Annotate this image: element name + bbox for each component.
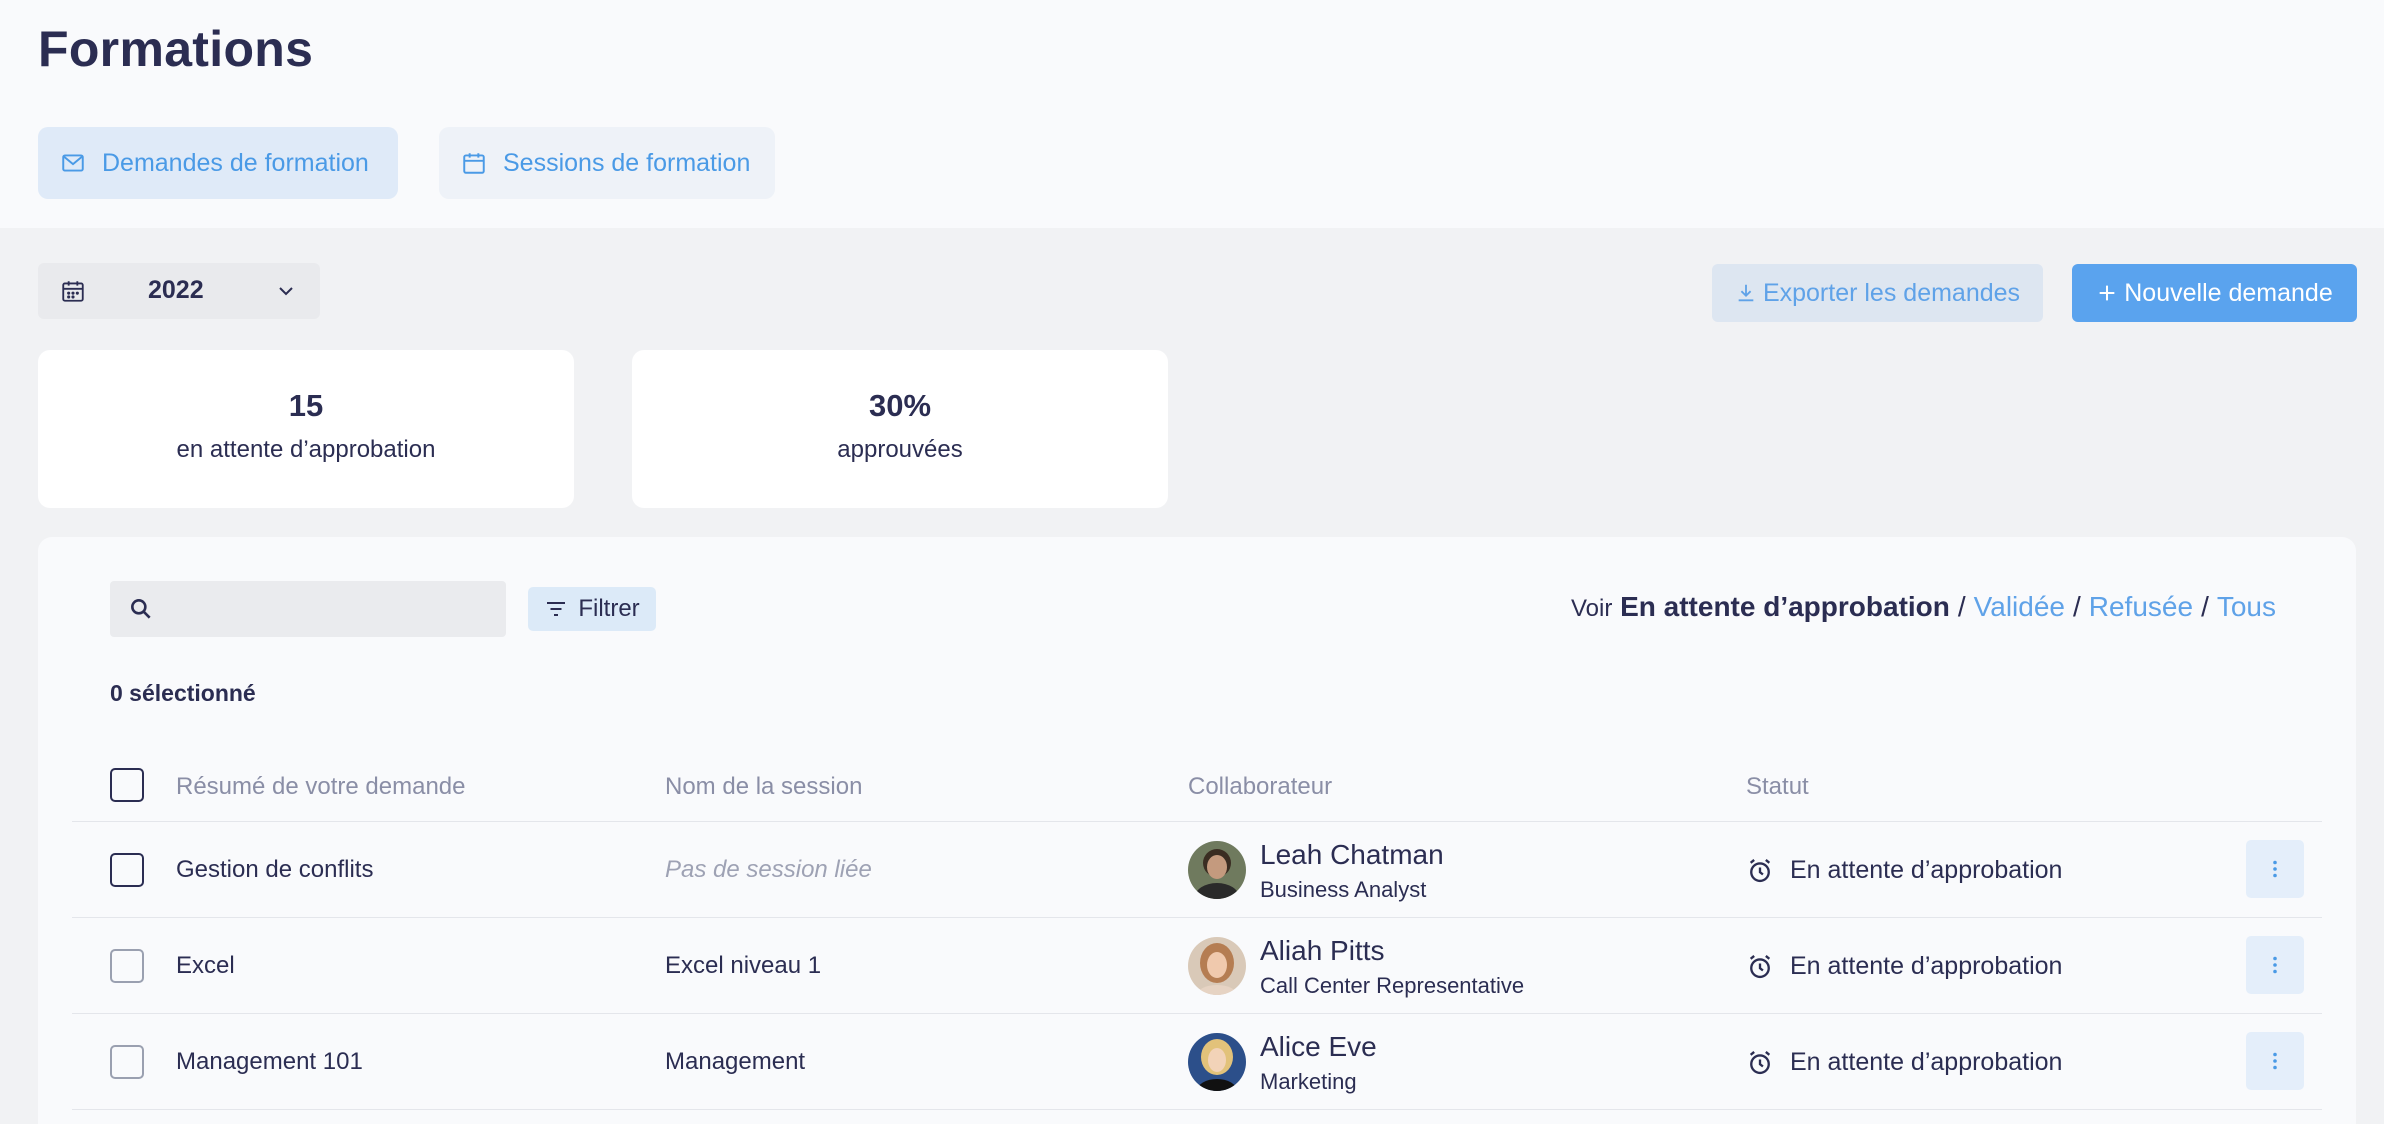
filter-label: Filtrer	[578, 595, 640, 622]
row-checkbox[interactable]	[110, 1045, 144, 1079]
table-row[interactable]: Excel Excel niveau 1 Aliah Pitts Call Ce…	[72, 918, 2322, 1014]
collaborator-name: Alice Eve	[1260, 1031, 1377, 1062]
requests-panel: Filtrer Voir En attente d’approbation / Va…	[38, 537, 2356, 1124]
status-label: En attente d’approbation	[1790, 856, 2063, 884]
page-header: Formations Demandes de formation Session…	[0, 0, 2384, 228]
row-more-button[interactable]	[2246, 840, 2304, 898]
table-row[interactable]: Gestion de conflits Pas de session liée …	[72, 822, 2322, 918]
select-all-checkbox[interactable]	[110, 768, 144, 802]
session-name: Pas de session liée	[665, 856, 872, 883]
search-icon	[131, 599, 151, 619]
tab-sessions-de-formation[interactable]: Sessions de formation	[439, 127, 775, 199]
stat-card-pending: 15 en attente d’approbation	[38, 350, 574, 508]
download-icon	[1738, 284, 1754, 302]
column-header-status[interactable]: Statut	[1746, 773, 1809, 801]
search-input[interactable]	[170, 581, 490, 637]
view-prefix: Voir	[1570, 595, 1613, 622]
tab-label: Demandes de formation	[102, 148, 369, 177]
stat-label: en attente d’approbation	[176, 436, 436, 463]
year-select[interactable]: 2022	[38, 263, 320, 319]
stat-value: 15	[288, 388, 324, 423]
selected-count: 0 sélectionné	[110, 680, 256, 706]
row-more-button[interactable]	[2246, 936, 2304, 994]
export-requests-button[interactable]: Exporter les demandes	[1712, 264, 2043, 322]
request-summary: Gestion de conflits	[176, 856, 374, 883]
more-vertical-icon	[2273, 1052, 2277, 1070]
year-value: 2022	[148, 276, 204, 304]
row-more-button[interactable]	[2246, 1032, 2304, 1090]
collaborator-role: Marketing	[1260, 1069, 1357, 1094]
avatar	[1188, 937, 1246, 995]
column-header-session[interactable]: Nom de la session	[665, 773, 862, 801]
request-summary: Management 101	[176, 1048, 363, 1075]
column-header-collaborator[interactable]: Collaborateur	[1188, 773, 1332, 801]
view-option-validee[interactable]: Validée	[1974, 591, 2065, 622]
alarm-clock-icon	[1749, 955, 1771, 979]
table-row[interactable]: Management 101 Management Alice Eve Mark…	[72, 1014, 2322, 1110]
tab-demandes-de-formation[interactable]: Demandes de formation	[38, 127, 398, 199]
row-checkbox[interactable]	[110, 949, 144, 983]
more-vertical-icon	[2273, 956, 2277, 974]
collaborator-name: Leah Chatman	[1260, 839, 1444, 870]
table-header: Résumé de votre demande Nom de la sessio…	[72, 747, 2322, 822]
status-view-filter: Voir En attente d’approbation / Validée / Re…	[1570, 591, 2276, 622]
view-option-tous[interactable]: Tous	[2217, 591, 2276, 622]
export-requests-label: Exporter les demandes	[1762, 278, 2021, 307]
tab-label: Sessions de formation	[503, 148, 751, 177]
status-label: En attente d’approbation	[1790, 1048, 2063, 1076]
calendar-icon	[62, 281, 84, 302]
stat-label: approuvées	[837, 436, 963, 463]
alarm-clock-icon	[1749, 859, 1771, 883]
search-box	[110, 581, 506, 637]
request-summary: Excel	[176, 952, 235, 979]
plus-icon	[2099, 285, 2115, 301]
view-option-current[interactable]: En attente d’approbation	[1620, 591, 1950, 622]
view-option-refusee[interactable]: Refusée	[2089, 591, 2193, 622]
chevron-down-icon	[279, 287, 293, 296]
session-name: Management	[665, 1048, 806, 1075]
row-checkbox[interactable]	[110, 853, 144, 887]
collaborator-name: Aliah Pitts	[1260, 935, 1385, 966]
avatar	[1188, 841, 1246, 899]
column-header-summary[interactable]: Résumé de votre demande	[176, 773, 466, 801]
avatar	[1188, 1033, 1246, 1091]
collaborator-role: Business Analyst	[1260, 877, 1427, 902]
mail-icon	[62, 154, 84, 172]
status-label: En attente d’approbation	[1790, 952, 2063, 980]
stat-card-approved: 30% approuvées	[632, 350, 1168, 508]
calendar-icon	[463, 153, 485, 174]
filter-icon	[547, 602, 566, 616]
new-request-label: Nouvelle demande	[2124, 278, 2333, 307]
collaborator-role: Call Center Representative	[1260, 973, 1525, 998]
session-name: Excel niveau 1	[665, 952, 822, 979]
stat-value: 30%	[868, 388, 932, 423]
filter-button[interactable]: Filtrer	[528, 587, 656, 631]
more-vertical-icon	[2273, 860, 2277, 878]
page-title: Formations	[38, 21, 314, 77]
new-request-button[interactable]: Nouvelle demande	[2072, 264, 2357, 322]
alarm-clock-icon	[1749, 1051, 1771, 1075]
